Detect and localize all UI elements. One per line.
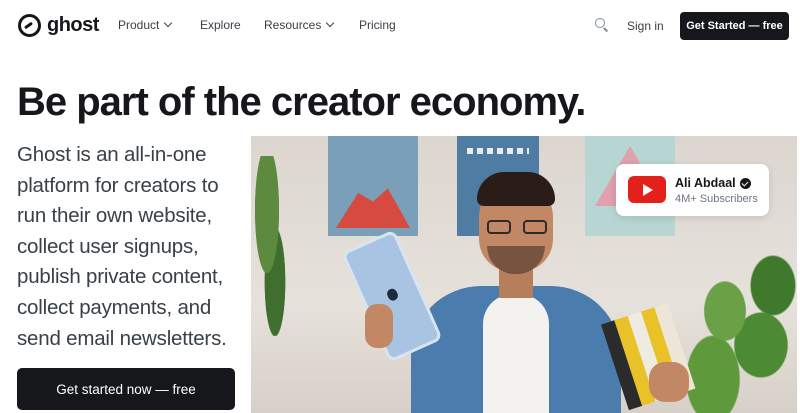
- hand: [365, 304, 393, 348]
- nav-item-explore[interactable]: Explore: [200, 18, 241, 32]
- ipad: [341, 229, 443, 363]
- top-nav: ghost Product Explore Resources Pricing …: [0, 0, 800, 52]
- ghost-logo[interactable]: ghost: [18, 14, 99, 37]
- hero-description: Ghost is an all-in-one platform for crea…: [17, 140, 247, 354]
- nav-item-label: Pricing: [359, 18, 396, 32]
- get-started-now-button[interactable]: Get started now — free: [17, 368, 235, 410]
- nav-item-label: Resources: [264, 18, 322, 32]
- hero-text-line: platform for creators to: [17, 173, 219, 197]
- verified-icon: [739, 177, 751, 189]
- creator-badge: Ali Abdaal 4M+ Subscribers: [616, 164, 769, 216]
- subscriber-count: 4M+ Subscribers: [675, 193, 758, 205]
- wall-poster: [328, 136, 418, 236]
- hero-title: Be part of the creator economy.: [17, 80, 586, 124]
- youtube-icon: [628, 176, 666, 203]
- search-icon[interactable]: [595, 18, 609, 32]
- person-tee: [483, 294, 549, 413]
- plant: [251, 156, 291, 336]
- hand: [649, 362, 689, 402]
- nav-item-label: Explore: [200, 18, 241, 32]
- person-hair: [477, 172, 555, 206]
- person-beard: [487, 246, 545, 274]
- creator-name-text: Ali Abdaal: [675, 176, 736, 190]
- hero-text-line: collect payments, and: [17, 295, 212, 319]
- nav-item-product[interactable]: Product: [118, 18, 173, 32]
- sign-in-link[interactable]: Sign in: [627, 19, 664, 33]
- nav-item-resources[interactable]: Resources: [264, 18, 335, 32]
- creator-name: Ali Abdaal: [675, 176, 751, 190]
- chevron-down-icon: [164, 18, 173, 28]
- ghost-logo-icon: [18, 14, 41, 37]
- chevron-down-icon: [326, 18, 335, 28]
- hero-text-line: run their own website,: [17, 204, 213, 228]
- hero-text-line: collect user signups,: [17, 234, 199, 258]
- nav-item-pricing[interactable]: Pricing: [359, 18, 396, 32]
- get-started-button[interactable]: Get Started — free: [680, 12, 789, 40]
- apple-logo-icon: [385, 287, 400, 303]
- glasses: [487, 220, 547, 234]
- nav-item-label: Product: [118, 18, 160, 32]
- hero-text-line: Ghost is an all-in-one: [17, 143, 207, 166]
- hero-text-line: publish private content,: [17, 265, 224, 289]
- hero-text-line: send email newsletters.: [17, 326, 227, 350]
- brand-name: ghost: [47, 14, 99, 36]
